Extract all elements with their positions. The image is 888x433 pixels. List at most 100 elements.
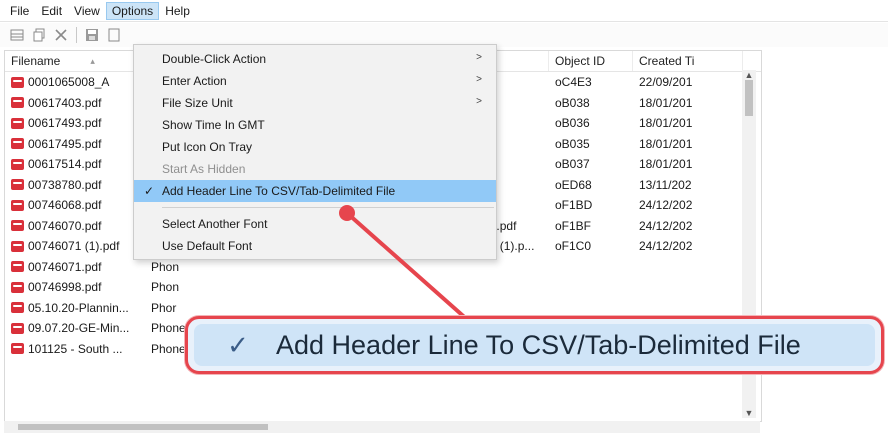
menu-item-use-default-font[interactable]: Use Default Font (134, 235, 496, 257)
menu-item-start-as-hidden: Start As Hidden (162, 162, 246, 176)
pdf-file-icon (11, 76, 24, 88)
pdf-file-icon (11, 199, 24, 211)
cell-created-time-text: 18/01/201 (639, 157, 693, 172)
cell-created-time: 22/09/201 (633, 72, 743, 93)
menu-item-enter-action[interactable]: Enter Action > (134, 70, 496, 92)
cell-object-id-text: oF1BD (555, 198, 593, 213)
scroll-thumb[interactable] (745, 80, 753, 116)
pdf-file-icon (11, 117, 24, 129)
cell-filename-text: 00617514.pdf (28, 157, 102, 172)
pdf-file-icon (11, 281, 24, 293)
options-menu: Double-Click Action > Enter Action > Fil… (133, 44, 497, 260)
cell-path-text: Phon (151, 259, 180, 274)
checkmark-icon: ✓ (227, 329, 249, 360)
cell-filename-text: 00746071 (1).pdf (28, 239, 120, 254)
cell-name (437, 298, 549, 319)
pdf-file-icon (11, 343, 24, 355)
menu-item-put-icon-on-tray[interactable]: Put Icon On Tray (134, 136, 496, 158)
horizontal-scrollbar[interactable] (4, 421, 760, 433)
pdf-file-icon (11, 302, 24, 314)
properties-icon[interactable] (105, 26, 123, 44)
cell-object-id: oB038 (549, 93, 633, 114)
cell-object-id: oF1C0 (549, 236, 633, 257)
menu-item-show-time-gmt[interactable]: Show Time In GMT (134, 114, 496, 136)
cell-object-id-text: oB038 (555, 95, 590, 110)
cell-filename: 05.10.20-Plannin... (5, 298, 145, 319)
menu-item-double-click-action[interactable]: Double-Click Action > (134, 48, 496, 70)
cell-object-id: oF1BF (549, 216, 633, 237)
cell-created-time-text: 18/01/201 (639, 116, 693, 131)
cell-filename-text: 101125 - South ... (28, 341, 123, 356)
column-header-filename[interactable]: Filename ▴ (5, 51, 145, 71)
cell-created-time: 18/01/201 (633, 134, 743, 155)
delete-icon[interactable] (52, 26, 70, 44)
scroll-up-icon[interactable]: ▲ (742, 70, 756, 80)
submenu-arrow-icon: > (476, 52, 482, 63)
cell-filename: 00746071.pdf (5, 257, 145, 278)
cell-path: Phor (145, 298, 437, 319)
cell-created-time-text: 18/01/201 (639, 136, 693, 151)
menu-help[interactable]: Help (159, 2, 196, 20)
cell-object-id-text: oB035 (555, 136, 590, 151)
cell-name (437, 277, 549, 298)
scroll-down-icon[interactable]: ▼ (742, 408, 756, 418)
menu-options[interactable]: Options (105, 1, 160, 20)
column-header-object-id[interactable]: Object ID (549, 51, 633, 71)
menu-view[interactable]: View (68, 2, 106, 20)
save-icon[interactable] (83, 26, 101, 44)
cell-filename-text: 00746068.pdf (28, 198, 102, 213)
cell-filename-text: 0001065008_A (28, 75, 110, 90)
cell-created-time-text: 24/12/202 (639, 239, 693, 254)
cell-filename: 101125 - South ... (5, 339, 145, 360)
cell-path-text: Phor (151, 300, 177, 315)
cell-created-time-text: 22/09/201 (639, 75, 693, 90)
pdf-file-icon (11, 97, 24, 109)
cell-created-time: 24/12/202 (633, 236, 743, 257)
zoom-callout: ✓ Add Header Line To CSV/Tab-Delimited F… (185, 316, 884, 374)
grid-icon[interactable] (8, 26, 26, 44)
cell-filename: 00617495.pdf (5, 134, 145, 155)
cell-object-id (549, 257, 633, 278)
pdf-file-icon (11, 158, 24, 170)
cell-filename-text: 00746071.pdf (28, 259, 102, 274)
cell-object-id-text: oF1C0 (555, 239, 592, 254)
cell-filename-text: 05.10.20-Plannin... (28, 300, 129, 315)
menu-bar: File Edit View Options Help (0, 0, 888, 22)
cell-filename: 00746998.pdf (5, 277, 145, 298)
callout-highlight: ✓ Add Header Line To CSV/Tab-Delimited F… (194, 324, 875, 366)
callout-label: Add Header Line To CSV/Tab-Delimited Fil… (276, 329, 801, 360)
cell-object-id: oB037 (549, 154, 633, 175)
cell-filename: 00746068.pdf (5, 195, 145, 216)
table-row[interactable]: 05.10.20-Plannin... Phor (5, 298, 761, 319)
toolbar-separator (76, 27, 77, 43)
scroll-thumb[interactable] (18, 424, 268, 430)
cell-created-time-text: 18/01/201 (639, 95, 693, 110)
menu-item-file-size-unit[interactable]: File Size Unit > (134, 92, 496, 114)
menu-edit[interactable]: Edit (35, 2, 68, 20)
cell-created-time-text: 13/11/202 (639, 177, 692, 192)
cell-created-time (633, 298, 743, 319)
submenu-arrow-icon: > (476, 96, 482, 107)
column-header-created-time[interactable]: Created Ti (633, 51, 743, 71)
cell-filename: 00617493.pdf (5, 113, 145, 134)
cell-filename-text: 00617495.pdf (28, 136, 102, 151)
cell-filename: 00746070.pdf (5, 216, 145, 237)
cell-created-time-text: 24/12/202 (639, 198, 693, 213)
cell-object-id-text: oB036 (555, 116, 590, 131)
menu-item-select-another-font[interactable]: Select Another Font (134, 213, 496, 235)
pdf-file-icon (11, 138, 24, 150)
cell-object-id (549, 277, 633, 298)
table-row[interactable]: 00746998.pdf Phon (5, 277, 761, 298)
copy-icon[interactable] (30, 26, 48, 44)
cell-object-id: oB036 (549, 113, 633, 134)
cell-object-id: oED68 (549, 175, 633, 196)
cell-object-id-text: oF1BF (555, 218, 592, 233)
cell-filename-text: 00746998.pdf (28, 280, 102, 295)
menu-file[interactable]: File (4, 2, 35, 20)
cell-object-id-text: oC4E3 (555, 75, 592, 90)
cell-filename: 09.07.20-GE-Min... (5, 318, 145, 339)
pdf-file-icon (11, 220, 24, 232)
cell-filename: 00617514.pdf (5, 154, 145, 175)
cell-object-id: oF1BD (549, 195, 633, 216)
menu-item-add-header-line[interactable]: ✓ Add Header Line To CSV/Tab-Delimited F… (134, 180, 496, 202)
